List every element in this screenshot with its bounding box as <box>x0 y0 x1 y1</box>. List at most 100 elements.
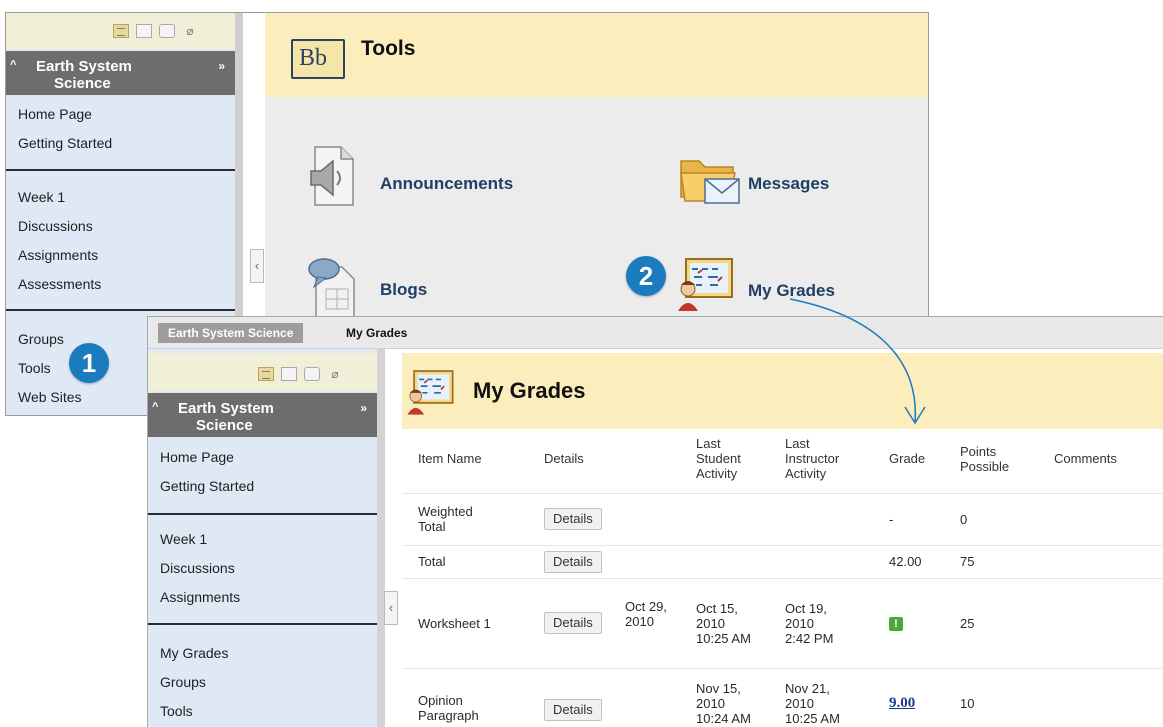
pin-icon[interactable]: ⌀ <box>327 367 343 381</box>
nav-home-page[interactable]: Home Page <box>148 443 377 472</box>
date-text: Oct 19, <box>785 600 827 616</box>
collapse-up-icon[interactable]: ^ <box>152 399 158 416</box>
list-view-icon[interactable] <box>113 24 129 38</box>
nav-my-grades[interactable]: My Grades <box>148 639 377 668</box>
menu-divider <box>148 623 377 625</box>
blogs-icon[interactable] <box>306 253 362 318</box>
points-value: 10 <box>957 668 1052 727</box>
due-date: Oct 29, 2010 <box>625 578 691 669</box>
announcements-link[interactable]: Announcements <box>380 174 513 194</box>
last-student-activity: Nov 15, 2010 10:24 AM <box>691 668 781 727</box>
points-value: 75 <box>957 545 1052 579</box>
breadcrumb-current: My Grades <box>346 326 408 340</box>
due-date-text: Oct 29, <box>625 598 667 614</box>
blogs-link[interactable]: Blogs <box>380 280 427 300</box>
menu-view-toolbar: ⌀ <box>148 353 377 391</box>
nav-getting-started[interactable]: Getting Started <box>6 129 235 158</box>
header-text: Activity <box>696 466 738 482</box>
details-button[interactable]: Details <box>544 612 602 634</box>
nav-assignments[interactable]: Assignments <box>6 241 235 270</box>
logo-text: Bb <box>299 45 328 71</box>
collapse-menu-icon[interactable]: ‹ <box>250 249 264 283</box>
grades-table: Item Name Details Last Student Activity … <box>402 425 1163 727</box>
nav-group-2: Week 1 Discussions Assignments Assessmen… <box>6 183 235 299</box>
menu-divider <box>6 169 235 171</box>
item-name-text: Paragraph <box>418 708 479 723</box>
last-instructor-activity: Nov 21, 2010 10:25 AM <box>781 668 885 727</box>
col-grade[interactable]: Grade <box>885 425 957 494</box>
header-text: Possible <box>960 458 1010 474</box>
course-title-line2: Science <box>54 75 111 92</box>
step-2-callout: 2 <box>626 256 666 296</box>
nav-group-2: Week 1 Discussions Assignments <box>148 525 377 612</box>
col-due <box>625 425 691 494</box>
col-details: Details <box>528 425 625 494</box>
window-view-icon[interactable] <box>159 24 175 38</box>
list-view-icon[interactable] <box>258 367 274 381</box>
breadcrumb: Earth System Science My Grades <box>148 317 1163 349</box>
nav-week-1[interactable]: Week 1 <box>6 183 235 212</box>
details-button[interactable]: Details <box>544 550 602 573</box>
points-value: 25 <box>957 578 1052 669</box>
header-text: Last <box>696 436 721 452</box>
page-title: My Grades <box>473 378 586 403</box>
details-button[interactable]: Details <box>544 699 602 721</box>
folder-view-icon[interactable] <box>281 367 297 381</box>
collapse-up-icon[interactable]: ^ <box>10 57 16 74</box>
date-text: Nov 21, <box>785 680 830 696</box>
grade-value: 42.00 <box>885 545 957 579</box>
messages-icon[interactable] <box>679 151 743 207</box>
col-points-possible[interactable]: Points Possible <box>957 425 1052 494</box>
blackboard-logo-icon: Bb <box>291 39 345 79</box>
date-text: 10:24 AM <box>696 710 751 726</box>
nav-getting-started[interactable]: Getting Started <box>148 472 377 501</box>
nav-group-1: Home Page Getting Started <box>6 100 235 158</box>
pin-icon[interactable]: ⌀ <box>182 24 198 38</box>
nav-groups[interactable]: Groups <box>148 668 377 697</box>
course-title-line1: Earth System <box>36 58 132 75</box>
grade-value: - <box>885 493 957 546</box>
nav-discussions[interactable]: Discussions <box>148 554 377 583</box>
course-title-line1: Earth System <box>178 400 274 417</box>
col-last-instructor-activity[interactable]: Last Instructor Activity <box>781 425 885 494</box>
date-text: 2010 <box>785 695 814 711</box>
header-text: Activity <box>785 466 827 482</box>
page-title: Tools <box>361 37 416 60</box>
nav-week-1[interactable]: Week 1 <box>148 525 377 554</box>
nav-assignments[interactable]: Assignments <box>148 583 377 612</box>
date-text: 2010 <box>785 615 814 631</box>
details-button[interactable]: Details <box>544 508 602 530</box>
item-name: Opinion Paragraph <box>402 668 528 727</box>
nav-assessments[interactable]: Assessments <box>6 270 235 299</box>
col-item-name[interactable]: Item Name <box>402 425 528 494</box>
breadcrumb-course[interactable]: Earth System Science <box>158 323 304 343</box>
window-view-icon[interactable] <box>304 367 320 381</box>
collapse-menu-icon[interactable]: ‹ <box>384 591 398 625</box>
nav-home-page[interactable]: Home Page <box>6 100 235 129</box>
nav-group-1: Home Page Getting Started <box>148 443 377 501</box>
table-row: Worksheet 1 Details Oct 29, 2010 Oct 15, 2… <box>402 578 1163 669</box>
col-comments: Comments <box>1052 425 1163 494</box>
expand-menu-icon[interactable]: » <box>218 58 225 75</box>
nav-discussions[interactable]: Discussions <box>6 212 235 241</box>
last-instructor-activity: Oct 19, 2010 2:42 PM <box>781 578 885 669</box>
announcements-icon[interactable] <box>301 145 359 207</box>
course-title-line2: Science <box>196 417 253 434</box>
header-text: Points <box>960 443 997 459</box>
course-title-bar[interactable]: ^ Earth System Science » <box>148 393 377 437</box>
grade-link[interactable]: 9.00 <box>889 695 915 711</box>
col-last-student-activity[interactable]: Last Student Activity <box>691 425 781 494</box>
menu-splitter[interactable] <box>377 349 385 727</box>
table-row: Total Details 42.00 75 <box>402 545 1163 579</box>
nav-tools[interactable]: Tools <box>148 697 377 726</box>
my-grades-tool-icon[interactable] <box>674 255 736 313</box>
needs-grading-icon[interactable]: ! <box>889 617 903 631</box>
item-name: Weighted Total <box>402 493 528 546</box>
my-grades-window: Earth System Science My Grades ⌀ ^ Earth… <box>147 316 1163 727</box>
messages-link[interactable]: Messages <box>748 174 829 194</box>
folder-view-icon[interactable] <box>136 24 152 38</box>
date-text: Nov 15, <box>696 680 741 696</box>
header-text: Instructor <box>785 451 840 467</box>
expand-menu-icon[interactable]: » <box>360 400 367 417</box>
course-title-bar[interactable]: ^ Earth System Science » <box>6 51 235 95</box>
